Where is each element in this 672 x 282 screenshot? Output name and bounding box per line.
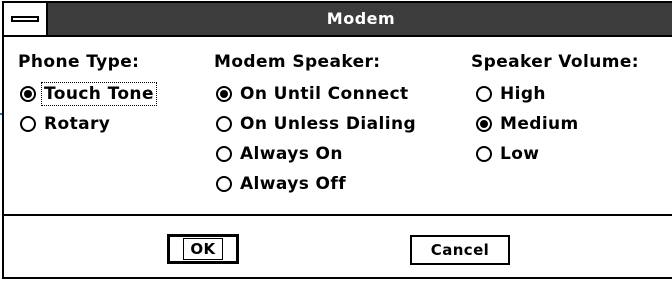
- radio-checked-icon: [476, 116, 492, 132]
- radio-unchecked-icon: [216, 116, 232, 132]
- title-bar: Modem: [4, 3, 672, 37]
- radio-low[interactable]: Low: [476, 141, 541, 167]
- radio-checked-icon: [216, 86, 232, 102]
- radio-unchecked-icon: [216, 176, 232, 192]
- radio-label: Always Off: [240, 174, 346, 194]
- radio-unchecked-icon: [20, 116, 36, 132]
- radio-touch-tone[interactable]: Touch Tone: [20, 81, 157, 107]
- button-divider: [4, 214, 672, 216]
- radio-medium[interactable]: Medium: [476, 111, 581, 137]
- radio-label: Low: [500, 144, 540, 164]
- radio-always-off[interactable]: Always Off: [216, 171, 348, 197]
- modem-dialog: Modem Phone Type: Touch Tone Rotary Mode…: [2, 1, 672, 279]
- radio-on-unless-dialing[interactable]: On Unless Dialing: [216, 111, 418, 137]
- radio-unchecked-icon: [476, 146, 492, 162]
- radio-label: On Unless Dialing: [240, 114, 417, 134]
- radio-label: On Until Connect: [240, 84, 409, 104]
- speaker-volume-label: Speaker Volume:: [471, 52, 639, 72]
- radio-checked-icon: [20, 86, 36, 102]
- radio-unchecked-icon: [216, 146, 232, 162]
- modem-speaker-label: Modem Speaker:: [214, 52, 381, 72]
- radio-label: Touch Tone: [41, 82, 157, 106]
- cancel-button-label: Cancel: [430, 241, 490, 259]
- ok-button-label: OK: [183, 238, 223, 260]
- radio-label: Always On: [240, 144, 343, 164]
- radio-label: High: [500, 84, 546, 104]
- cancel-button[interactable]: Cancel: [410, 235, 510, 265]
- phone-type-label: Phone Type:: [18, 52, 140, 72]
- radio-always-on[interactable]: Always On: [216, 141, 345, 167]
- window-title: Modem: [326, 9, 396, 28]
- radio-high[interactable]: High: [476, 81, 548, 107]
- ok-button[interactable]: OK: [167, 234, 239, 264]
- radio-label: Rotary: [44, 114, 111, 134]
- system-menu-button[interactable]: [4, 3, 48, 35]
- system-menu-icon: [11, 16, 39, 22]
- radio-unchecked-icon: [476, 86, 492, 102]
- radio-label: Medium: [500, 114, 579, 134]
- radio-on-until-connect[interactable]: On Until Connect: [216, 81, 411, 107]
- radio-rotary[interactable]: Rotary: [20, 111, 112, 137]
